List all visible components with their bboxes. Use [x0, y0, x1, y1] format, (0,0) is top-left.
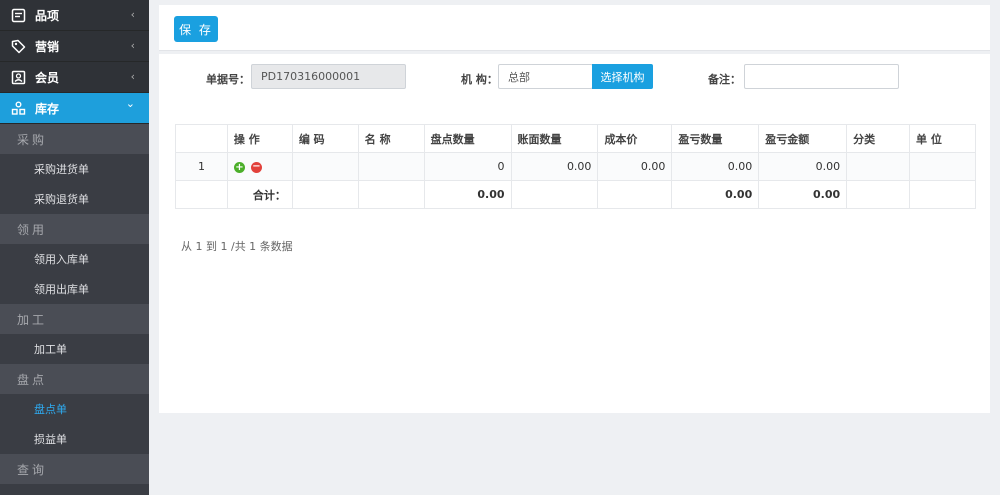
- sidebar-item-stocktake[interactable]: 盘点单: [0, 394, 149, 424]
- group-processing: 加工: [0, 304, 149, 334]
- sidebar-item-requisition-out[interactable]: 领用出库单: [0, 274, 149, 304]
- row-index: 1: [175, 152, 228, 181]
- sidebar-item-purchase-return[interactable]: 采购退货单: [0, 184, 149, 214]
- total-blank-cell: [846, 180, 911, 209]
- group-purchase: 采购: [0, 124, 149, 154]
- row-pl-qty: 0.00: [671, 152, 760, 181]
- main-content: 保 存 单据号： PD170316000001 机 构： 总部 选择机构 备注：…: [149, 0, 1000, 495]
- org-field[interactable]: 总部: [498, 64, 593, 89]
- row-category: [846, 152, 911, 181]
- group-stocktake: 盘点: [0, 364, 149, 394]
- inventory-icon: [10, 100, 26, 116]
- member-card-icon: [10, 69, 26, 85]
- row-operations: + −: [226, 152, 293, 181]
- row-pl-amount: 0.00: [758, 152, 848, 181]
- sidebar-item-requisition-in[interactable]: 领用入库单: [0, 244, 149, 274]
- col-header-book-qty: 账面数量: [510, 124, 599, 153]
- row-unit: [909, 152, 976, 181]
- col-header-code: 编 码: [291, 124, 359, 153]
- table-total-row: 合计： 0.00 0.00 0.00: [175, 180, 976, 209]
- col-header-count-qty: 盘点数量: [423, 124, 512, 153]
- table-header-row: 操 作 编 码 名 称 盘点数量 账面数量 成本价 盈亏数量 盈亏金额 分类 单…: [175, 124, 976, 153]
- sidebar-item-profit-loss[interactable]: 损益单: [0, 424, 149, 454]
- chevron-left-icon: ‹: [130, 70, 135, 83]
- col-header-cost: 成本价: [597, 124, 673, 153]
- nav-item-label: 会员: [35, 70, 60, 85]
- sidebar-item-processing[interactable]: 加工单: [0, 334, 149, 364]
- sidebar: 品项 ‹ 营销 ‹ 会员 ‹ 库存 ⌄ 采购 采购进货单 采购退货单 领用 领用…: [0, 0, 149, 495]
- pager-summary: 从 1 到 1 /共 1 条数据: [181, 240, 293, 253]
- group-requisition: 领用: [0, 214, 149, 244]
- doc-no-field: PD170316000001: [251, 64, 406, 89]
- group-query: 查询: [0, 454, 149, 484]
- col-header-index: [175, 124, 228, 153]
- table-row: 1 + − 0 0.00 0.00 0.00 0.00: [175, 152, 976, 181]
- total-blank-cell: [909, 180, 976, 209]
- total-blank-cell: [291, 180, 359, 209]
- total-pl-amount: 0.00: [758, 180, 848, 209]
- total-blank-cell: [510, 180, 599, 209]
- col-header-category: 分类: [846, 124, 911, 153]
- total-count-qty: 0.00: [423, 180, 512, 209]
- total-pl-qty: 0.00: [671, 180, 760, 209]
- select-org-button[interactable]: 选择机构: [592, 64, 653, 89]
- doc-icon: [10, 7, 26, 23]
- row-book-qty: 0.00: [510, 152, 599, 181]
- col-header-name: 名 称: [357, 124, 425, 153]
- chevron-left-icon: ‹: [130, 39, 135, 52]
- add-row-icon[interactable]: +: [233, 161, 245, 173]
- nav-item-label: 库存: [35, 101, 60, 116]
- nav-item-label: 营销: [35, 39, 60, 54]
- remark-label: 备注：: [708, 73, 741, 86]
- nav-item-members[interactable]: 会员 ‹: [0, 62, 149, 93]
- col-header-unit: 单 位: [909, 124, 976, 153]
- col-header-pl-qty: 盈亏数量: [671, 124, 760, 153]
- form-panel: 单据号： PD170316000001 机 构： 总部 选择机构 备注： 操 作…: [159, 54, 990, 413]
- nav-item-inventory[interactable]: 库存 ⌄: [0, 93, 149, 124]
- total-blank-cell: [357, 180, 425, 209]
- total-blank-cell: [597, 180, 673, 209]
- total-label: 合计：: [226, 180, 293, 209]
- col-header-operation: 操 作: [226, 124, 293, 153]
- row-name[interactable]: [357, 152, 425, 181]
- toolbar: 保 存: [159, 5, 990, 51]
- chevron-left-icon: ‹: [130, 8, 135, 21]
- nav-item-marketing[interactable]: 营销 ‹: [0, 31, 149, 62]
- nav-item-products[interactable]: 品项 ‹: [0, 0, 149, 31]
- remark-input[interactable]: [744, 64, 899, 89]
- doc-no-label: 单据号：: [206, 73, 250, 86]
- nav-item-label: 品项: [35, 8, 60, 23]
- chevron-down-icon: ⌄: [125, 97, 135, 110]
- tag-icon: [10, 38, 26, 54]
- row-code[interactable]: [291, 152, 359, 181]
- col-header-pl-amount: 盈亏金额: [758, 124, 848, 153]
- sidebar-item-purchase-in[interactable]: 采购进货单: [0, 154, 149, 184]
- org-label: 机 构：: [461, 73, 498, 86]
- stocktake-table: 操 作 编 码 名 称 盘点数量 账面数量 成本价 盈亏数量 盈亏金额 分类 单…: [175, 124, 976, 209]
- row-count-qty[interactable]: 0: [423, 152, 512, 181]
- remove-row-icon[interactable]: −: [250, 161, 262, 173]
- row-cost: 0.00: [597, 152, 673, 181]
- save-button[interactable]: 保 存: [174, 16, 218, 42]
- total-blank-cell: [175, 180, 228, 209]
